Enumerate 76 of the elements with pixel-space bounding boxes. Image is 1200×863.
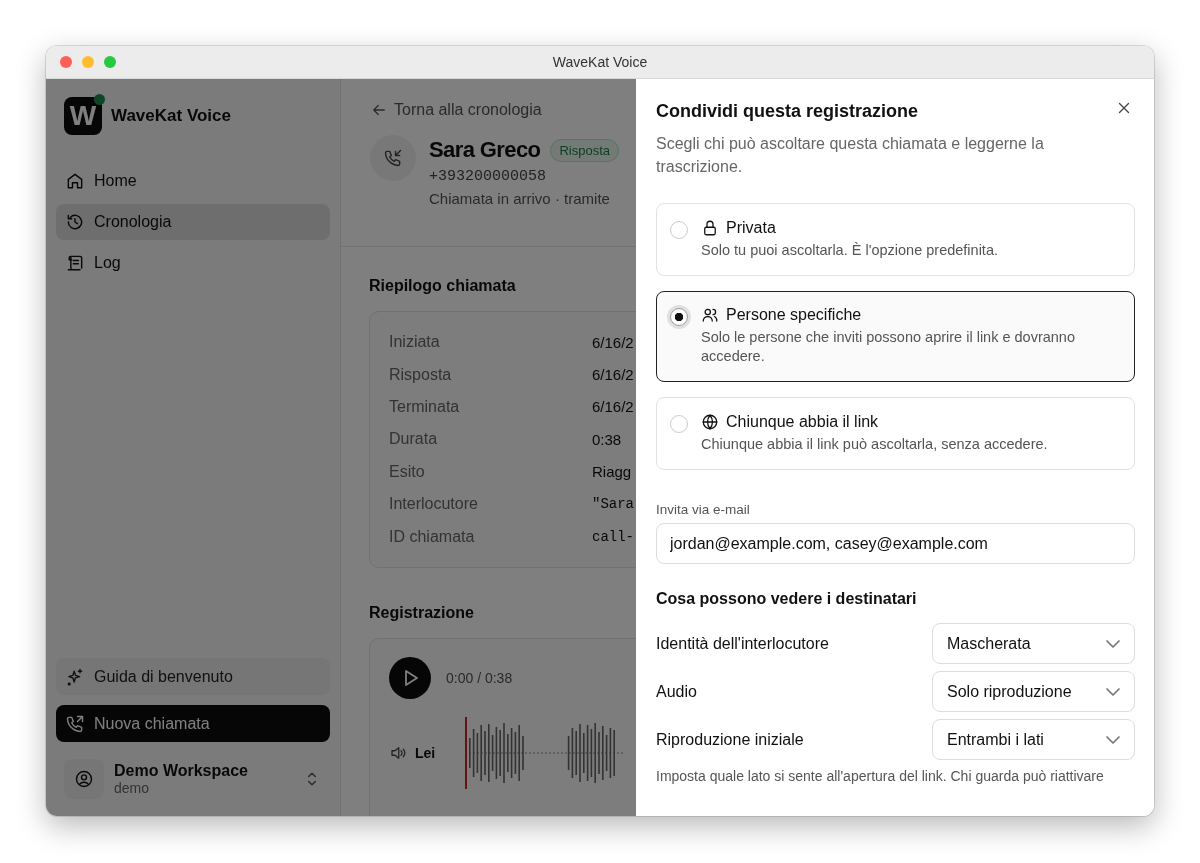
users-icon	[701, 306, 719, 324]
status-badge: Risposta	[550, 138, 619, 162]
call-subtitle: Chiamata in arrivo · tramite	[429, 190, 611, 207]
setting-label: Identità dell'interlocutore	[656, 634, 829, 653]
lock-icon	[701, 219, 719, 237]
welcome-guide-button[interactable]: Guida di benvenuto	[56, 658, 330, 695]
field-label: Iniziata	[389, 333, 441, 352]
option-description: Solo le persone che inviti possono aprire il link e dovranno accedere.	[701, 328, 1076, 366]
radio-button[interactable]	[670, 308, 688, 326]
home-icon	[65, 171, 85, 191]
option-description: Solo tu puoi ascoltarla. È l'opzione predefinita.	[701, 241, 999, 260]
radio-button[interactable]	[670, 221, 688, 239]
play-button[interactable]	[389, 656, 431, 699]
section-title: Registrazione	[369, 603, 475, 622]
sparkles-icon	[65, 666, 85, 687]
phone-outgoing-icon	[65, 713, 85, 734]
app-logo: W	[64, 97, 102, 135]
email-field[interactable]: jordan@example.com, casey@example.com	[656, 523, 1135, 564]
chevron-down-icon	[1106, 687, 1120, 696]
field-label: Invita via e-mail	[656, 502, 751, 517]
nav-item[interactable]: Cronologia	[56, 204, 330, 240]
scroll-icon	[65, 253, 85, 273]
close-window-button[interactable]	[60, 56, 72, 68]
radio-button[interactable]	[670, 415, 688, 433]
share-option[interactable]: Chiunque abbia il link Chiunque abbia il link può ascoltarla, senza accedere.	[656, 397, 1135, 470]
user-circle-icon	[74, 769, 94, 789]
window-title: WaveKat Voice	[552, 54, 648, 70]
playback-time: 0:00 / 0:38	[446, 669, 513, 686]
help-text: Imposta quale lato si sente all'apertura del link. Chi guarda può riattivare	[656, 768, 1105, 784]
option-title: Persone specifiche	[726, 306, 862, 324]
track-label: Lei	[415, 744, 437, 761]
nav-item[interactable]: Log	[56, 245, 330, 281]
field-value: 6/16/2	[592, 398, 634, 416]
caller-name: Sara Greco	[429, 137, 541, 163]
play-icon	[405, 669, 418, 686]
field-label: Esito	[389, 462, 426, 481]
field-label: ID chiamata	[389, 527, 476, 546]
workspace-switcher[interactable]: Demo Workspace demo	[56, 752, 330, 806]
setting-label: Riproduzione iniziale	[656, 730, 804, 749]
minimize-window-button[interactable]	[82, 56, 94, 68]
field-value: Riagg	[592, 463, 632, 481]
option-title: Chiunque abbia il link	[726, 413, 879, 431]
dialog-title: Condividi questa registrazione	[656, 101, 919, 122]
select-field[interactable]: Mascherata	[932, 623, 1135, 664]
phone-number: +393200000058	[429, 168, 548, 185]
history-icon	[65, 212, 85, 232]
nav-item[interactable]: Home	[56, 163, 330, 199]
setting-label: Audio	[656, 682, 697, 701]
field-value: "Sara	[592, 496, 634, 513]
phone-incoming-icon	[383, 148, 403, 168]
select-field[interactable]: Solo riproduzione	[932, 671, 1135, 712]
chevron-down-icon	[1106, 639, 1120, 648]
section-title: Cosa possono vedere i destinatari	[656, 590, 918, 608]
chevron-down-icon	[1106, 735, 1120, 744]
select-field[interactable]: Entrambi i lati	[932, 719, 1135, 760]
globe-icon	[701, 413, 719, 431]
field-value: 6/16/2	[592, 333, 634, 351]
field-value: 0:38	[592, 430, 622, 448]
workspace-slug: demo	[114, 780, 151, 796]
option-description: Chiunque abbia il link può ascoltarla, senza accedere.	[701, 435, 1049, 454]
zoom-window-button[interactable]	[104, 56, 116, 68]
new-call-button[interactable]: Nuova chiamata	[56, 705, 330, 742]
app-name: WaveKat Voice	[111, 106, 231, 126]
field-label: Durata	[389, 430, 439, 449]
option-title: Privata	[726, 219, 776, 237]
workspace-name: Demo Workspace	[114, 762, 249, 780]
field-value: 6/16/2	[592, 366, 634, 384]
share-option[interactable]: Privata Solo tu puoi ascoltarla. È l'opzione predefinita.	[656, 203, 1135, 276]
dialog-description: Scegli chi può ascoltare questa chiamata e leggerne la trascrizione.	[656, 134, 1045, 177]
field-label: Risposta	[389, 365, 453, 384]
field-label: Interlocutore	[389, 495, 479, 514]
field-label: Terminata	[389, 397, 461, 416]
share-option[interactable]: Persone specifiche Solo le persone che inviti possono aprire il link e dovranno accedere.	[656, 291, 1135, 382]
field-value: call-	[592, 528, 634, 545]
back-link[interactable]: Torna alla cronologia	[370, 101, 636, 119]
section-title: Riepilogo chiamata	[369, 277, 517, 295]
